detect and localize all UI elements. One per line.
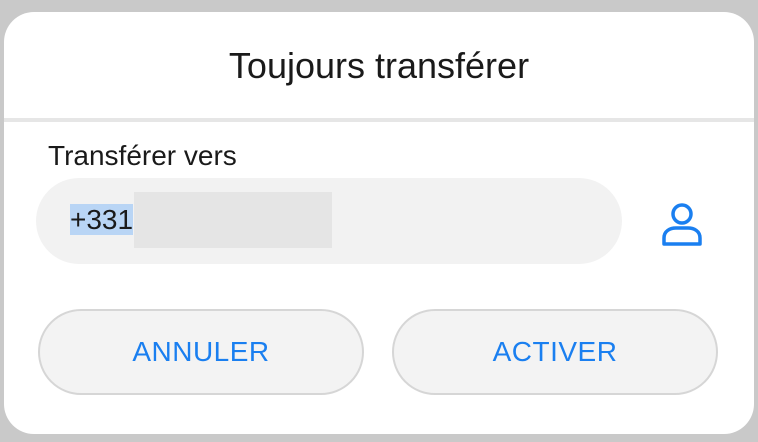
forward-number-input[interactable]: +331	[36, 178, 622, 264]
person-icon	[662, 203, 702, 246]
title-divider	[4, 118, 754, 122]
forwarding-dialog: Toujours transférer Transférer vers +331…	[4, 12, 754, 434]
activate-button[interactable]: ACTIVER	[392, 309, 718, 395]
dialog-title: Toujours transférer	[228, 45, 530, 86]
redacted-area	[134, 192, 332, 248]
forward-to-label: Transférer vers	[48, 140, 237, 171]
cancel-button[interactable]: ANNULER	[38, 309, 364, 395]
selected-number-text: +331	[70, 204, 134, 235]
contact-picker-button[interactable]	[654, 196, 710, 252]
number-value[interactable]: +331	[70, 200, 134, 240]
